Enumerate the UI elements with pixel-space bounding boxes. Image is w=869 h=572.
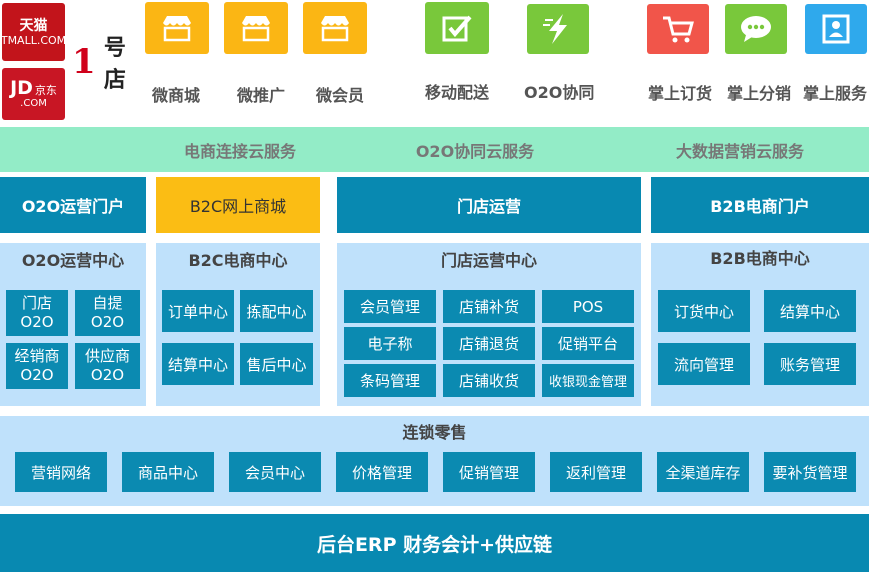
o2o-module: 经销商 O2O (6, 343, 68, 389)
channel-label: 微会员 (316, 86, 365, 105)
tmall-logo-cn: 天猫 (19, 17, 48, 34)
chain-module: 返利管理 (550, 452, 642, 492)
chain-module: 要补货管理 (764, 452, 856, 492)
o2o-module: 门店 O2O (6, 290, 68, 336)
contact-card-icon (805, 4, 867, 54)
yhd-logo-rest: 号店 (103, 36, 126, 93)
checkbox-icon (425, 2, 489, 54)
o2o-module-line: 自提 (92, 294, 123, 312)
o2o-module-line: O2O (90, 366, 125, 384)
store-module: 电子称 (344, 327, 436, 360)
tmall-logo-en: TMALL.COM (0, 33, 67, 47)
yhd-logo: 1 号店 (72, 34, 134, 93)
channel-label: 微商城 (152, 86, 201, 105)
storefront-icon (224, 2, 288, 54)
b2b-module: 结算中心 (764, 290, 856, 332)
store-module: 店铺补货 (443, 290, 535, 323)
channel-label: O2O协同 (524, 83, 595, 102)
chain-module: 全渠道库存 (657, 452, 749, 492)
cart-icon (647, 4, 709, 54)
b2c-module: 订单中心 (162, 290, 234, 332)
tmall-logo: 天猫 TMALL.COM (0, 3, 67, 61)
b2c-module: 拣配中心 (240, 290, 313, 332)
portal-b2c-mall: B2C网上商城 (156, 177, 320, 233)
b2b-module: 订货中心 (658, 290, 750, 332)
o2o-module-line: 经销商 (14, 347, 60, 365)
chain-module: 营销网络 (15, 452, 107, 492)
cloud-service-o2o: O2O协同云服务 (415, 141, 535, 161)
storefront-icon (145, 2, 209, 54)
channel-label: 移动配送 (425, 83, 490, 102)
channel-label: 掌上订货 (648, 84, 713, 103)
o2o-module-line: O2O (90, 313, 125, 331)
store-module: 店铺退货 (443, 327, 535, 360)
channel-label: 微推广 (237, 86, 286, 105)
o2o-module-line: 门店 (21, 294, 52, 312)
o2o-module-line: 供应商 (84, 347, 130, 365)
store-module: POS (542, 290, 634, 323)
chat-icon (725, 4, 787, 54)
o2o-module: 自提 O2O (75, 290, 140, 336)
b2c-module: 结算中心 (162, 343, 234, 385)
jd-logo: JD 京东 .COM (2, 68, 65, 120)
b2b-center-title: B2B电商中心 (710, 249, 810, 268)
jd-logo-cn: 京东 (34, 84, 57, 97)
store-module: 收银现金管理 (542, 364, 634, 397)
channel-label: 掌上分销 (727, 84, 792, 103)
o2o-module-line: O2O (20, 366, 54, 384)
chain-module: 会员中心 (229, 452, 321, 492)
o2o-module: 供应商 O2O (75, 343, 140, 389)
jd-logo-com: .COM (20, 98, 47, 109)
portal-store-ops: 门店运营 (337, 177, 641, 233)
yhd-logo-one: 1 (72, 42, 96, 82)
store-center-title: 门店运营中心 (440, 251, 537, 270)
lightning-icon (527, 4, 589, 54)
portal-o2o: O2O运营门户 (0, 177, 146, 233)
portal-b2b: B2B电商门户 (651, 177, 869, 233)
chain-module: 商品中心 (122, 452, 214, 492)
erp-bar: 后台ERP 财务会计+供应链 (0, 514, 869, 572)
chain-retail-title: 连锁零售 (402, 423, 467, 442)
store-module: 店铺收货 (443, 364, 535, 397)
b2b-module: 流向管理 (658, 343, 750, 385)
storefront-icon (303, 2, 367, 54)
store-module: 促销平台 (542, 327, 634, 360)
store-module: 条码管理 (344, 364, 436, 397)
cloud-service-ecommerce: 电商连接云服务 (183, 141, 296, 161)
o2o-center-title: O2O运营中心 (21, 251, 125, 270)
store-module: 会员管理 (344, 290, 436, 323)
b2c-module: 售后中心 (240, 343, 313, 385)
chain-module: 促销管理 (443, 452, 535, 492)
jd-logo-en: JD (10, 77, 33, 99)
b2c-center-title: B2C电商中心 (188, 251, 288, 270)
cloud-service-bigdata: 大数据营销云服务 (675, 141, 804, 161)
o2o-module-line: O2O (20, 313, 54, 331)
b2b-module: 账务管理 (764, 343, 856, 385)
channel-label: 掌上服务 (803, 84, 868, 103)
chain-module: 价格管理 (336, 452, 428, 492)
